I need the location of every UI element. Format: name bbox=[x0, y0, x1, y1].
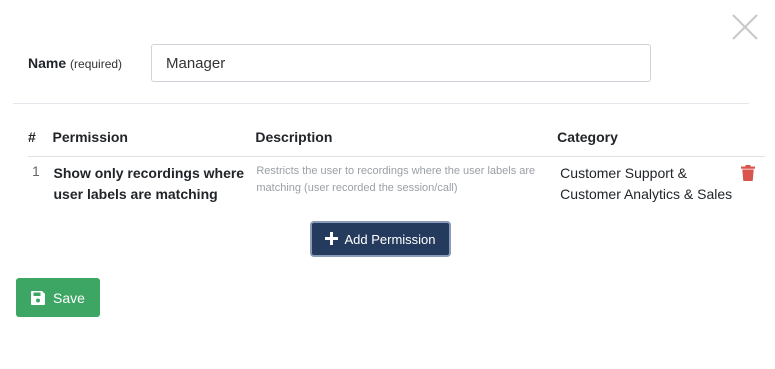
name-label-text: Name bbox=[28, 55, 67, 71]
table-header-row: # Permission Description Category bbox=[28, 126, 765, 157]
name-input[interactable] bbox=[151, 44, 651, 82]
save-label: Save bbox=[53, 289, 85, 306]
trash-icon[interactable] bbox=[741, 165, 757, 181]
table-row: 1 Show only recordings where user labels… bbox=[28, 157, 765, 212]
close-icon[interactable] bbox=[731, 13, 759, 41]
name-field-row: Name (required) bbox=[28, 44, 151, 82]
row-number: 1 bbox=[32, 163, 40, 179]
plus-icon bbox=[325, 230, 339, 248]
column-header-actions bbox=[740, 126, 765, 157]
save-button[interactable]: Save bbox=[16, 278, 100, 317]
add-permission-button[interactable]: Add Permission bbox=[310, 221, 451, 257]
column-header-number: # bbox=[28, 126, 53, 157]
name-label: Name (required) bbox=[28, 55, 151, 71]
add-permission-label: Add Permission bbox=[344, 231, 436, 247]
permissions-table: # Permission Description Category 1 Show… bbox=[28, 126, 765, 211]
column-header-description: Description bbox=[255, 126, 558, 157]
row-category: Customer Support & Customer Analytics & … bbox=[560, 165, 733, 202]
permission-group-dialog: Name (required) # Permission Description… bbox=[0, 0, 775, 369]
divider bbox=[13, 103, 749, 104]
required-note: (required) bbox=[70, 57, 123, 71]
column-header-category: Category bbox=[557, 126, 741, 157]
row-actions bbox=[740, 157, 765, 212]
floppy-disk-icon bbox=[31, 290, 46, 305]
row-description: Restricts the user to recordings where t… bbox=[256, 165, 536, 194]
column-header-permission: Permission bbox=[52, 126, 256, 157]
row-permission: Show only recordings where user labels a… bbox=[53, 165, 245, 202]
